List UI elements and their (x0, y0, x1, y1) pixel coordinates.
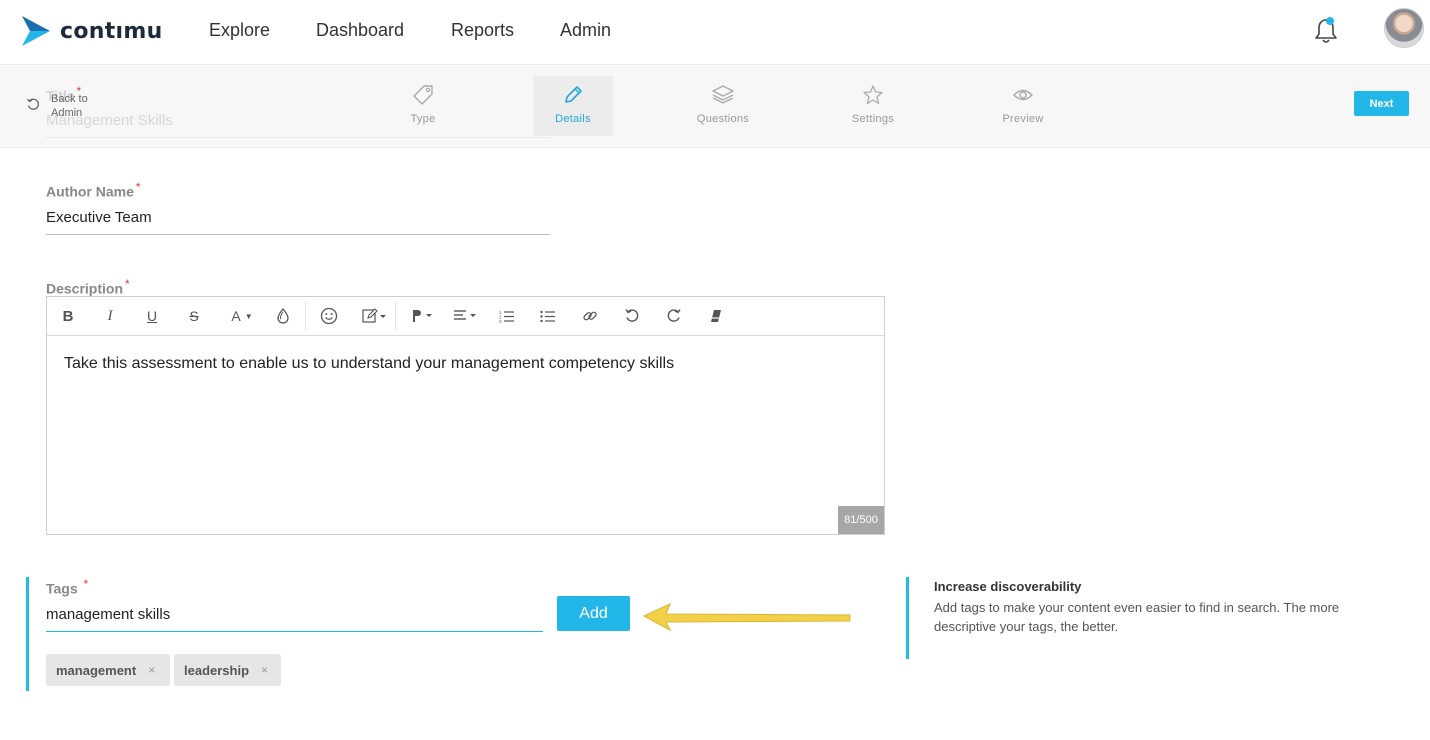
top-navigation: contımu Explore Dashboard Reports Admin (0, 0, 1430, 65)
star-icon (863, 85, 883, 105)
remove-tag-icon[interactable]: × (261, 663, 268, 677)
paragraph-format-icon[interactable] (407, 305, 439, 327)
italic-icon[interactable]: I (99, 305, 121, 327)
svg-text:3: 3 (499, 319, 502, 323)
tip-accent-bar (906, 577, 909, 659)
step-questions-label: Questions (696, 113, 750, 125)
description-label: Description * (46, 277, 130, 297)
nav-admin[interactable]: Admin (560, 20, 611, 41)
step-type-label: Type (410, 113, 436, 125)
tag-chip-label: leadership (184, 662, 250, 678)
author-name-underline (46, 234, 550, 235)
font-color-icon[interactable]: A ▼ (225, 305, 259, 327)
align-icon[interactable] (451, 305, 481, 327)
link-icon[interactable] (579, 305, 601, 327)
remove-tag-icon[interactable]: × (148, 663, 155, 677)
insert-icon[interactable] (359, 305, 389, 327)
user-avatar[interactable] (1384, 8, 1424, 48)
title-field-underline (46, 137, 550, 138)
emoji-icon[interactable] (318, 305, 340, 327)
back-to-admin-label: Back to Admin (51, 93, 88, 119)
next-button[interactable]: Next (1354, 91, 1409, 116)
tags-focus-bar (26, 577, 29, 691)
back-to-admin-button[interactable]: Back to Admin (26, 92, 101, 120)
pencil-icon (565, 86, 582, 103)
nav-dashboard[interactable]: Dashboard (316, 20, 404, 41)
tags-input[interactable]: management skills (46, 606, 543, 623)
step-type[interactable]: Type (383, 76, 463, 136)
layers-icon (712, 85, 734, 104)
author-name-input[interactable]: Executive Team (46, 209, 152, 226)
brand-name: contımu (60, 18, 163, 44)
tag-icon (413, 85, 433, 105)
undo-icon[interactable] (621, 305, 643, 327)
nav-explore[interactable]: Explore (209, 20, 270, 41)
toolbar-separator (305, 301, 306, 331)
brand-logo[interactable]: contımu (20, 14, 163, 48)
editor-toolbar: B I U S A ▼ 123 (47, 297, 884, 336)
step-details[interactable]: Details (533, 76, 613, 136)
redo-icon[interactable] (663, 305, 685, 327)
description-text[interactable]: Take this assessment to enable us to und… (64, 355, 674, 373)
highlight-arrow-icon (642, 603, 851, 632)
toolbar-separator (395, 301, 396, 331)
nav-reports[interactable]: Reports (451, 20, 514, 41)
tags-input-underline (46, 631, 543, 632)
step-questions[interactable]: Questions (683, 76, 763, 136)
tag-chip-management: management × (46, 654, 170, 686)
description-editor: B I U S A ▼ 123 Take this assessment to … (46, 296, 885, 535)
tip-text: Add tags to make your content even easie… (934, 600, 1340, 634)
undo-arrow-icon (26, 98, 39, 110)
notification-dot (1326, 17, 1334, 25)
unordered-list-icon[interactable] (537, 305, 559, 327)
add-tag-button[interactable]: Add (557, 596, 630, 631)
step-settings-label: Settings (851, 113, 895, 125)
step-preview-label: Preview (1002, 113, 1044, 125)
character-counter: 81/500 (838, 506, 884, 534)
clear-format-icon[interactable] (705, 305, 727, 327)
underline-icon[interactable]: U (141, 305, 163, 327)
step-preview[interactable]: Preview (983, 76, 1063, 136)
author-name-label: Author Name * (46, 180, 141, 200)
highlight-icon[interactable] (272, 305, 294, 327)
tip-title: Increase discoverability (934, 579, 1082, 594)
tags-label: Tags * (46, 577, 89, 597)
strikethrough-icon[interactable]: S (183, 305, 205, 327)
bold-icon[interactable]: B (57, 305, 79, 327)
tag-chip-label: management (56, 662, 137, 678)
step-settings[interactable]: Settings (833, 76, 913, 136)
ordered-list-icon[interactable]: 123 (496, 305, 518, 327)
step-details-label: Details (555, 113, 591, 125)
logo-arrow-icon (22, 16, 50, 46)
eye-icon (1013, 89, 1033, 101)
tag-chip-leadership: leadership × (174, 654, 281, 686)
